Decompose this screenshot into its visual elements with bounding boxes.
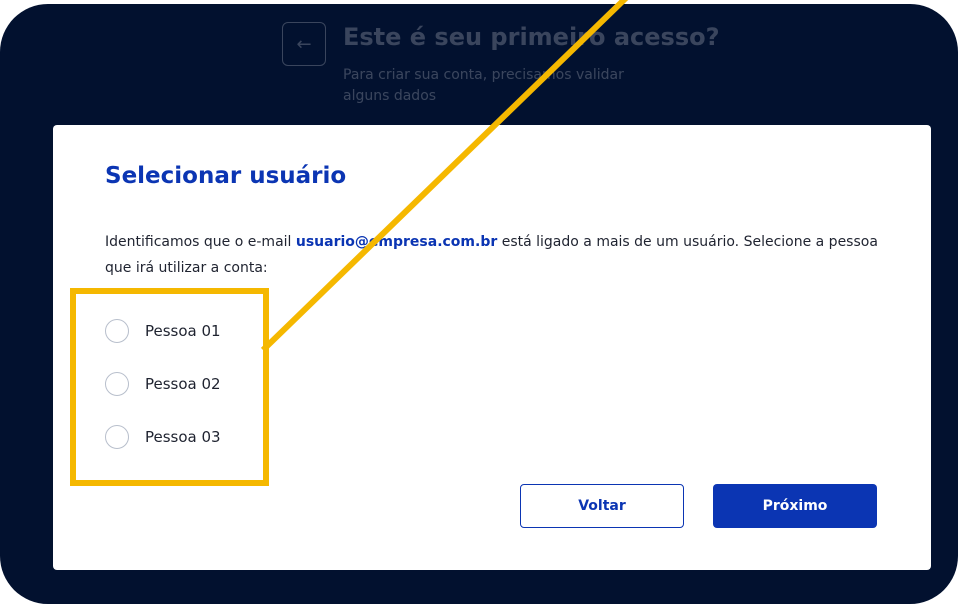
highlight-annotation-box	[70, 288, 269, 486]
description-text-start: Identificamos que o e-mail	[105, 234, 296, 250]
back-button[interactable]: Voltar	[520, 484, 684, 528]
arrow-left-icon: ←	[296, 33, 312, 55]
modal-title: Selecionar usuário	[105, 163, 347, 189]
next-button[interactable]: Próximo	[713, 484, 877, 528]
email-link[interactable]: usuario@empresa.com.br	[296, 234, 497, 250]
modal-description: Identificamos que o e-mail usuario@empre…	[105, 229, 895, 281]
first-access-header: ← Este é seu primeiro acesso? Para criar…	[282, 19, 762, 119]
back-arrow-button[interactable]: ←	[282, 22, 326, 66]
first-access-title: Este é seu primeiro acesso?	[343, 23, 720, 51]
first-access-subtitle: Para criar sua conta, precisamos validar…	[343, 67, 624, 104]
